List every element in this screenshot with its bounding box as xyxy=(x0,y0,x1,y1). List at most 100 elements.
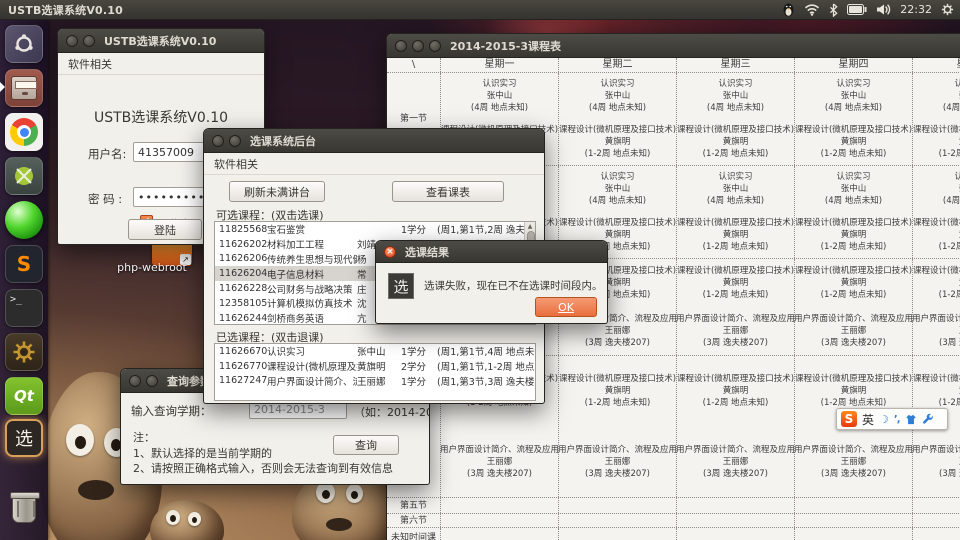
tt-course-entry: 课程设计(微机原理及接口技术)黄旗明(1-2周 地点未知) xyxy=(912,218,960,252)
ime-moon-icon[interactable]: ☽ xyxy=(879,413,889,426)
tt-course-entry: 课程设计(微机原理及接口技术)黄旗明(1-2周 地点未知) xyxy=(912,374,960,409)
tt-cell xyxy=(913,498,960,513)
view-timetable-button[interactable]: 查看课表 xyxy=(392,181,504,202)
volume-icon[interactable] xyxy=(876,3,891,16)
close-button[interactable] xyxy=(212,134,224,147)
course-teacher: 黄旗明 xyxy=(357,362,386,374)
ime-mode-label[interactable]: 英 xyxy=(862,411,874,428)
software-menu[interactable]: 软件相关 xyxy=(58,53,264,75)
course-id: 11626670 xyxy=(219,345,268,357)
close-button[interactable] xyxy=(129,374,141,387)
tt-course-entry: 用户界面设计简介、流程及应用王丽娜(3周 逸夫楼207) xyxy=(912,444,960,479)
tt-course-entry: 课程设计(微机原理及接口技术)黄旗明(1-2周 地点未知) xyxy=(794,374,913,409)
tt-cell xyxy=(559,498,677,513)
launcher-item-qt[interactable]: Qt xyxy=(5,377,43,415)
tt-cell: 认识实习张中山(4周 地点未知) 课程设计(微机原理及接口技术)黄旗明(1-2周 … xyxy=(559,73,677,165)
launcher-item-android-studio[interactable] xyxy=(5,157,43,195)
close-icon[interactable]: × xyxy=(384,245,396,258)
launcher-item-sublime[interactable]: S xyxy=(5,245,43,283)
tt-course-entry: 认识实习张中山(4周 地点未知) xyxy=(824,79,883,113)
tt-cell xyxy=(795,498,913,513)
ime-skin-icon[interactable] xyxy=(905,414,917,425)
note-title: 注： xyxy=(133,431,155,444)
course-credit: 2学分 xyxy=(401,362,427,374)
qt-icon: Qt xyxy=(5,377,43,415)
session-gear-icon[interactable] xyxy=(941,3,954,16)
close-button[interactable] xyxy=(66,34,78,47)
tt-day-header: 星期一 xyxy=(441,58,559,72)
active-app-title[interactable]: USTB选课系统V0.10 xyxy=(8,2,123,18)
tt-cell: 课程设计(微机原理及接口技术)黄旗明(1-2周 地点未知) 用户界面设计简介、流程… xyxy=(912,259,960,355)
tt-cell: 课程设计(微机原理及接口技术)黄旗明(1-2周 地点未知) 用户界面设计简介、流程… xyxy=(676,259,795,355)
tux-icon[interactable] xyxy=(782,2,795,17)
launcher-item-ubuntu-dash[interactable] xyxy=(5,25,43,63)
launcher-item-files[interactable] xyxy=(0,69,43,107)
minimize-button[interactable] xyxy=(412,39,424,52)
software-menu[interactable]: 软件相关 xyxy=(204,153,544,175)
course-credit: 1学分 xyxy=(401,347,427,359)
php-webroot-shortcut-label[interactable]: php-webroot xyxy=(96,261,208,274)
tt-course-entry: 课程设计(微机原理及接口技术)黄旗明(1-2周 地点未知) xyxy=(912,266,960,300)
timetable-titlebar[interactable]: 2014-2015-3课程表 xyxy=(387,34,960,58)
launcher-item-course-app[interactable]: 选 xyxy=(5,419,43,457)
tt-course-entry: 课程设计(微机原理及接口技术)黄旗明(1-2周 地点未知) xyxy=(676,218,795,252)
query-button[interactable]: 查询 xyxy=(333,435,399,455)
course-name: 材料加工工程 xyxy=(267,240,325,252)
tt-course-entry: 课程设计(微机原理及接口技术)黄旗明(1-2周 地点未知) xyxy=(912,125,960,159)
username-label: 用户名: xyxy=(88,147,127,161)
minimize-button[interactable] xyxy=(83,34,95,47)
bluetooth-icon[interactable] xyxy=(829,3,838,17)
launcher: S >_ Qt 选 xyxy=(0,20,48,540)
course-id: 12358105 xyxy=(219,297,268,309)
close-button[interactable] xyxy=(395,39,407,52)
ime-punct-icon[interactable]: ’, xyxy=(894,414,901,425)
course-credit: 1学分 xyxy=(401,376,427,388)
course-name: 用户界面设计简介、流 xyxy=(267,376,357,388)
course-credit: 1学分 xyxy=(401,225,427,237)
clock[interactable]: 22:32 xyxy=(900,3,932,16)
launcher-item-green-ball[interactable] xyxy=(5,201,43,239)
tt-section-label: 未知时间课程 xyxy=(387,528,441,540)
course-row[interactable]: 11627247用户界面设计简介、流王丽娜 1学分 (周1,第3节,3周 逸夫楼20 xyxy=(215,374,535,389)
course-row[interactable]: 11626770 课程设计(微机原理及接 黄旗明 2学分 (周1,第1节,1-2周 地点… xyxy=(215,359,535,374)
battery-icon[interactable] xyxy=(847,4,867,15)
ok-button[interactable]: OK xyxy=(535,297,597,317)
chosen-course-list[interactable]: 11626670 认识实习 张中山 1学分 (周1,第1节,4周 地点未知 1162677… xyxy=(214,343,536,401)
launcher-item-trash[interactable] xyxy=(5,490,43,528)
window-title: 2014-2015-3课程表 xyxy=(450,39,562,53)
tt-course-entry: 用户界面设计简介、流程及应用王丽娜(3周 逸夫楼207) xyxy=(794,314,914,348)
result-dialog: × 选课结果 选 选课失败，现在已不在选课时间段内。 OK xyxy=(375,240,608,324)
minimize-button[interactable] xyxy=(146,374,158,387)
maximize-button[interactable] xyxy=(429,39,441,52)
course-name: 公司财务与战略决策 xyxy=(267,284,353,296)
android-studio-icon xyxy=(5,157,43,195)
launcher-item-eclipse[interactable] xyxy=(5,333,43,371)
login-titlebar[interactable]: USTB选课系统V0.10 xyxy=(58,29,264,53)
sogou-logo-icon[interactable]: S xyxy=(841,411,857,427)
refresh-button[interactable]: 刷新未满讲台 xyxy=(229,181,325,202)
ime-wrench-icon[interactable] xyxy=(922,413,934,425)
tt-cell: 课程设计(微机原理及接口技术)黄旗明(1-2周 地点未知) 用户界面设计简介、流程… xyxy=(558,356,677,497)
launcher-item-chrome[interactable] xyxy=(5,113,43,151)
course-name: 电子信息材料 xyxy=(267,269,325,281)
launcher-item-terminal[interactable]: >_ xyxy=(5,289,43,327)
window-title: USTB选课系统V0.10 xyxy=(104,34,217,48)
course-row[interactable]: 11825568宝石鉴赏 1学分 (周1,第1节,2周 逸夫楼 xyxy=(215,222,524,237)
dialog-title: 选课结果 xyxy=(405,245,449,259)
green-ball-icon xyxy=(5,201,43,239)
screen: php-webroot 2014-2015-3课程表 \星期一星期二星期三星期四… xyxy=(0,0,960,540)
dialog-titlebar[interactable]: × 选课结果 xyxy=(376,241,607,263)
wifi-icon[interactable] xyxy=(804,3,820,16)
tt-course-entry: 认识实习张中山(4周 地点未知) xyxy=(942,79,960,113)
minimize-button[interactable] xyxy=(229,134,241,147)
course-row[interactable]: 11626670 认识实习 张中山 1学分 (周1,第1节,4周 地点未知 xyxy=(215,344,535,359)
course-time: (周1,第1节,4周 地点未知 xyxy=(437,347,535,359)
tt-corner: \ xyxy=(387,58,441,72)
tt-course-entry: 课程设计(微机原理及接口技术)黄旗明(1-2周 地点未知) xyxy=(676,266,795,300)
tt-cell: 认识实习张中山(4周 地点未知) 课程设计(微机原理及接口技术)黄旗明(1-2周 … xyxy=(795,73,913,165)
login-button[interactable]: 登陆 xyxy=(128,219,202,240)
course-id: 11626228 xyxy=(219,283,268,295)
course-id: 11626202 xyxy=(219,238,268,250)
backend-titlebar[interactable]: 选课系统后台 xyxy=(204,129,544,153)
note-line: 1、默认选择的是当前学期的 xyxy=(133,447,272,460)
